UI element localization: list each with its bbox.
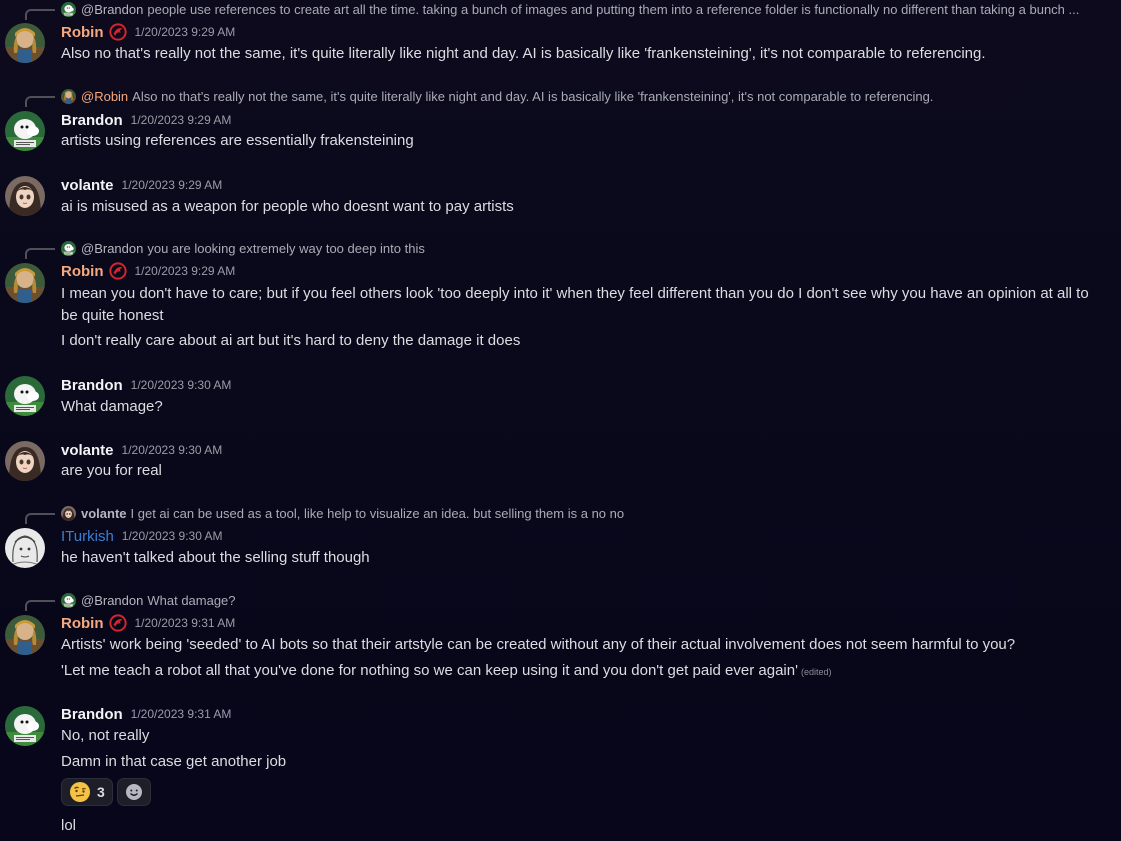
- username[interactable]: Brandon: [61, 112, 123, 129]
- reaction-raised-eyebrow[interactable]: 3: [61, 778, 113, 806]
- reply-user[interactable]: volante: [81, 506, 127, 521]
- reply-text: I get ai can be used as a tool, like hel…: [130, 505, 625, 521]
- reply-preview[interactable]: volante I get ai can be used as a tool, …: [61, 505, 1113, 521]
- message-text: artists using references are essentially…: [61, 132, 414, 149]
- reply-connector: [25, 513, 55, 524]
- timestamp: 1/20/2023 9:29 AM: [134, 264, 236, 278]
- timestamp: 1/20/2023 9:29 AM: [130, 113, 232, 127]
- reply-text: you are looking extremely way too deep i…: [147, 240, 425, 256]
- reply-text: What damage?: [147, 592, 236, 608]
- avatar[interactable]: [5, 176, 45, 216]
- message-text: What damage?: [61, 398, 163, 415]
- add-reaction-icon: [125, 784, 142, 800]
- timestamp: 1/20/2023 9:31 AM: [134, 616, 236, 630]
- reply-connector: [25, 248, 55, 259]
- username[interactable]: volante: [61, 442, 114, 459]
- reply-user[interactable]: @Brandon: [81, 2, 143, 17]
- timestamp: 1/20/2023 9:30 AM: [121, 443, 223, 457]
- message-text: be quite honest: [61, 307, 164, 324]
- message-text: lol: [61, 817, 77, 834]
- message-text: Damn in that case get another job: [61, 753, 287, 770]
- username[interactable]: Robin: [61, 615, 104, 632]
- reply-preview[interactable]: @Brandon people use references to create…: [61, 1, 1113, 17]
- role-badge-icon: [109, 23, 127, 41]
- message-text: 'Let me teach a robot all that you've do…: [61, 660, 831, 683]
- message-text: Also no that's really not the same, it's…: [61, 45, 986, 62]
- reply-connector: [25, 96, 55, 107]
- reply-text: people use references to create art all …: [147, 1, 1080, 17]
- reply-connector: [25, 9, 55, 20]
- username[interactable]: volante: [61, 177, 114, 194]
- avatar[interactable]: [5, 441, 45, 481]
- reaction-count: 3: [97, 784, 105, 800]
- username[interactable]: Brandon: [61, 377, 123, 394]
- timestamp: 1/20/2023 9:29 AM: [134, 25, 236, 39]
- username[interactable]: ITurkish: [61, 528, 114, 545]
- reply-avatar: [61, 2, 76, 17]
- role-badge-icon: [109, 614, 127, 632]
- avatar[interactable]: [5, 528, 45, 568]
- add-reaction-button[interactable]: [116, 778, 151, 806]
- username[interactable]: Brandon: [61, 706, 123, 723]
- reply-avatar: [61, 593, 76, 608]
- message-text: I mean you don't have to care; but if yo…: [61, 285, 1089, 302]
- reply-user[interactable]: @Brandon: [81, 593, 143, 608]
- reply-avatar: [61, 241, 76, 256]
- message-text: No, not really: [61, 727, 150, 744]
- message-text: he haven't talked about the selling stuf…: [61, 549, 370, 566]
- reply-user[interactable]: @Robin: [81, 89, 128, 104]
- reply-avatar: [61, 506, 76, 521]
- edited-label: (edited): [800, 667, 832, 677]
- message-text: I don't really care about ai art but it'…: [61, 332, 521, 349]
- username[interactable]: Robin: [61, 24, 104, 41]
- avatar[interactable]: [5, 376, 45, 416]
- timestamp: 1/20/2023 9:29 AM: [121, 178, 223, 192]
- timestamp: 1/20/2023 9:30 AM: [121, 529, 223, 543]
- reply-text: Also no that's really not the same, it's…: [132, 88, 934, 104]
- message-text: ai is misused as a weapon for people who…: [61, 198, 514, 215]
- avatar[interactable]: [5, 111, 45, 151]
- reply-preview[interactable]: @Robin Also no that's really not the sam…: [61, 88, 1113, 104]
- role-badge-icon: [109, 262, 127, 280]
- reactions-bar: 3: [61, 778, 151, 806]
- timestamp: 1/20/2023 9:30 AM: [130, 378, 232, 392]
- avatar[interactable]: [5, 615, 45, 655]
- reply-preview[interactable]: @Brandon What damage?: [61, 592, 1113, 608]
- message-text: are you for real: [61, 462, 162, 479]
- reply-user[interactable]: @Brandon: [81, 241, 143, 256]
- avatar[interactable]: [5, 706, 45, 746]
- avatar[interactable]: [5, 23, 45, 63]
- reply-preview[interactable]: @Brandon you are looking extremely way t…: [61, 240, 1113, 256]
- message-text-content: 'Let me teach a robot all that you've do…: [61, 662, 798, 679]
- username[interactable]: Robin: [61, 263, 104, 280]
- timestamp: 1/20/2023 9:31 AM: [130, 707, 232, 721]
- raised-eyebrow-emoji-icon: [70, 782, 90, 802]
- message-text: Artists' work being 'seeded' to AI bots …: [61, 636, 1016, 653]
- reply-avatar: [61, 89, 76, 104]
- avatar[interactable]: [5, 263, 45, 303]
- reply-connector: [25, 600, 55, 611]
